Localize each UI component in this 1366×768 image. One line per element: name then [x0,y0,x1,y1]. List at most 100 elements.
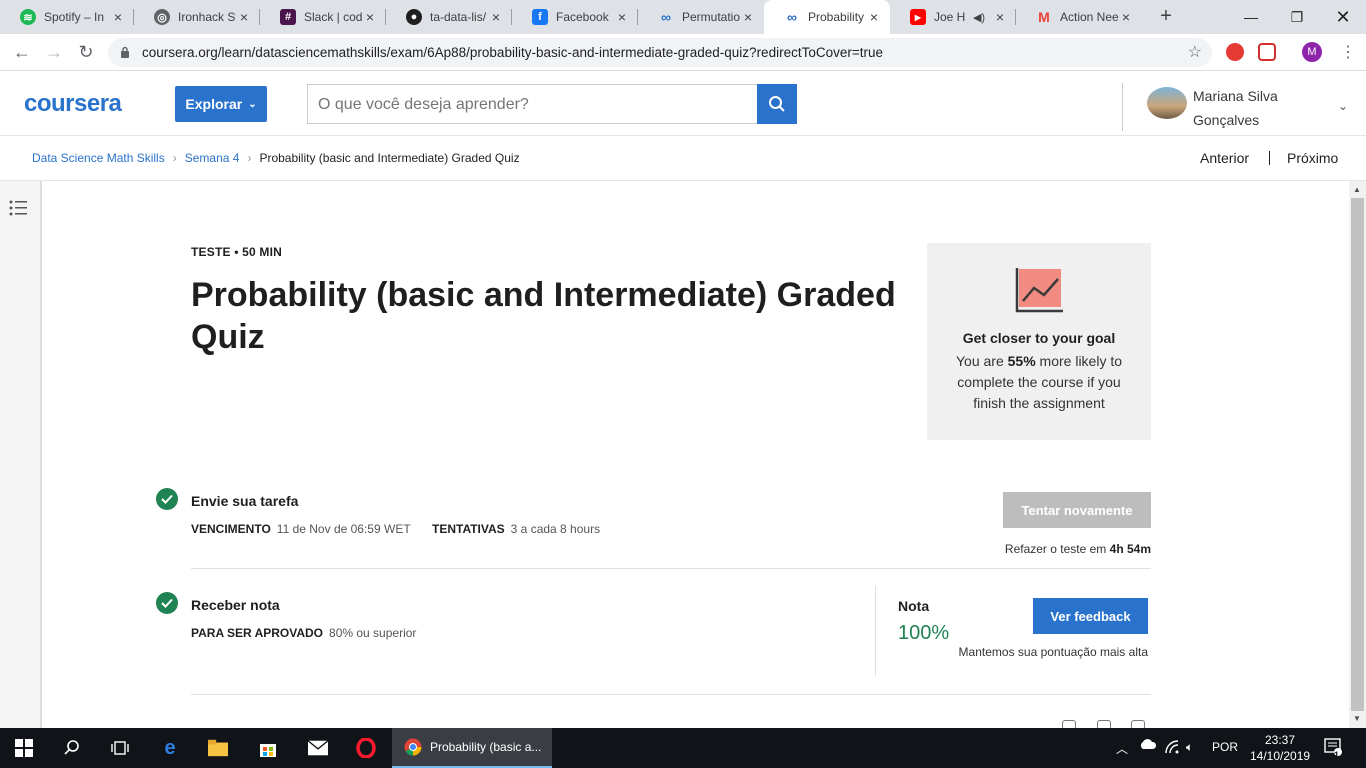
quiz-meta: TESTE • 50 MIN [191,245,283,259]
volume-icon[interactable]: 🔈︎ [1186,740,1193,755]
close-tab-icon[interactable]: × [488,9,504,25]
retry-time: 4h 54m [1109,542,1151,556]
user-name[interactable]: Mariana Silva Gonçalves [1193,84,1323,132]
close-tab-icon[interactable]: × [236,9,252,25]
mail-icon[interactable] [308,738,328,758]
chart-trend-icon [1015,268,1063,313]
breadcrumb-link[interactable]: Semana 4 [185,151,240,165]
browser-tab[interactable]: ∞ Permutation × [638,0,764,34]
system-clock[interactable]: 23:37 14/10/2019 [1250,732,1310,764]
wifi-icon[interactable] [1165,740,1179,757]
coursera-icon: ∞ [787,9,797,25]
notification-center-icon[interactable] [1324,738,1342,759]
clock-date: 14/10/2019 [1250,749,1311,763]
close-tab-icon[interactable]: × [110,9,126,25]
search-icon[interactable] [62,738,82,758]
breadcrumb: Data Science Math Skills › Semana 4 › Pr… [32,151,520,165]
chevron-down-icon: ⌄ [248,98,257,110]
submit-details: VENCIMENTO 11 de Nov de 06:59 WET TENTATI… [191,522,600,536]
attempts-label: TENTATIVAS [432,522,505,536]
new-tab-button[interactable]: + [1154,5,1178,28]
address-bar[interactable]: coursera.org/learn/datasciencemathskills… [108,38,1212,67]
back-arrow-icon[interactable]: ← [10,40,34,64]
spotify-icon: ≋ [20,9,36,25]
bookmark-star-icon[interactable]: ☆ [1188,42,1202,62]
due-value: 11 de Nov de 06:59 WET [276,522,411,536]
coursera-icon: ∞ [661,9,671,25]
submit-heading: Envie sua tarefa [191,493,299,509]
header-divider [1122,83,1123,131]
chevron-down-icon[interactable]: ⌄ [1338,99,1348,113]
globe-icon: ◎ [154,9,170,25]
taskbar-chrome-app[interactable]: Probability (basic a... [392,728,552,768]
divider [191,568,1151,569]
explore-button[interactable]: Explorar ⌄ [175,86,267,122]
close-tab-icon[interactable]: × [614,9,630,25]
profile-avatar[interactable]: M [1302,42,1322,62]
previous-link[interactable]: Anterior [1200,150,1249,166]
grade-value: 100% [898,622,950,644]
goal-text: You are 55% more likely to complete the … [955,353,1123,411]
close-tab-icon[interactable]: × [740,9,756,25]
gmail-icon: M [1038,9,1050,25]
explore-label: Explorar [185,96,243,112]
page-scrollbar[interactable]: ▲ ▼ [1349,181,1366,728]
windows-start-icon[interactable] [14,738,34,758]
reload-icon[interactable]: ↻ [74,40,98,64]
divider [191,694,1151,695]
attempts-value: 3 a cada 8 hours [510,522,601,536]
grade-label: Nota [898,598,930,614]
close-tab-icon[interactable]: × [362,9,378,25]
input-language[interactable]: POR [1212,740,1238,754]
adblock-extension-icon[interactable] [1226,43,1244,61]
search-button[interactable] [757,84,797,124]
opera-icon[interactable] [356,738,376,758]
browser-tab[interactable]: ● ta-data-lis/ × [386,0,512,34]
edge-icon[interactable]: e [160,737,180,759]
file-explorer-icon[interactable] [208,738,228,758]
view-feedback-button[interactable]: Ver feedback [1033,598,1148,634]
tab-title: Joe Hist [934,10,966,24]
browser-tab[interactable]: ▶ Joe Hist ◀) × [890,0,1016,34]
minimize-window-icon[interactable]: — [1228,0,1274,34]
tab-title: Action Nee [1060,10,1118,24]
close-window-icon[interactable]: ✕ [1320,0,1366,34]
browser-tab[interactable]: M Action Nee × [1016,0,1142,34]
cloud-icon[interactable] [1139,738,1157,753]
breadcrumb-link[interactable]: Data Science Math Skills [32,151,165,165]
browser-tab[interactable]: # Slack | code × [260,0,386,34]
forward-arrow-icon[interactable]: → [42,40,66,64]
tab-title: Permutation [682,10,740,24]
close-tab-icon[interactable]: × [992,9,1008,25]
close-tab-icon[interactable]: × [1118,9,1134,25]
browser-tab[interactable]: f Facebook × [512,0,638,34]
tab-title: ta-data-lis/ [430,10,487,24]
next-link[interactable]: Próximo [1287,150,1338,166]
store-icon[interactable] [258,738,278,758]
scrollbar-thumb[interactable] [1351,198,1364,711]
like-icon[interactable] [1062,720,1076,728]
user-avatar[interactable] [1147,87,1187,119]
scroll-down-icon[interactable]: ▼ [1353,714,1361,723]
slack-icon: # [280,9,296,25]
speaker-icon[interactable]: ◀) [966,11,992,24]
chevron-up-icon[interactable]: ︿ [1116,740,1128,757]
browser-menu-icon[interactable]: ⋮ [1340,42,1356,62]
task-view-icon[interactable] [110,738,130,758]
close-tab-icon[interactable]: × [866,9,882,25]
coursera-logo[interactable]: coursera [24,90,122,118]
search-input[interactable]: O que você deseja aprender? [307,84,757,124]
browser-tab[interactable]: ≋ Spotify – In × [0,0,134,34]
video-extension-icon[interactable] [1258,43,1276,61]
browser-tab[interactable]: ◎ Ironhack St × [134,0,260,34]
scroll-up-icon[interactable]: ▲ [1353,185,1361,194]
flag-icon[interactable] [1131,720,1145,728]
outline-list-icon[interactable] [9,200,29,216]
restore-window-icon[interactable]: ❐ [1274,0,1320,34]
site-header: coursera Explorar ⌄ O que você deseja ap… [0,71,1366,136]
dislike-icon[interactable] [1097,720,1111,728]
retry-button[interactable]: Tentar novamente [1003,492,1151,528]
tab-title: Facebook [556,10,609,24]
browser-tab-active[interactable]: ∞ Probability × [764,0,890,34]
tab-title: Spotify – In [44,10,105,24]
